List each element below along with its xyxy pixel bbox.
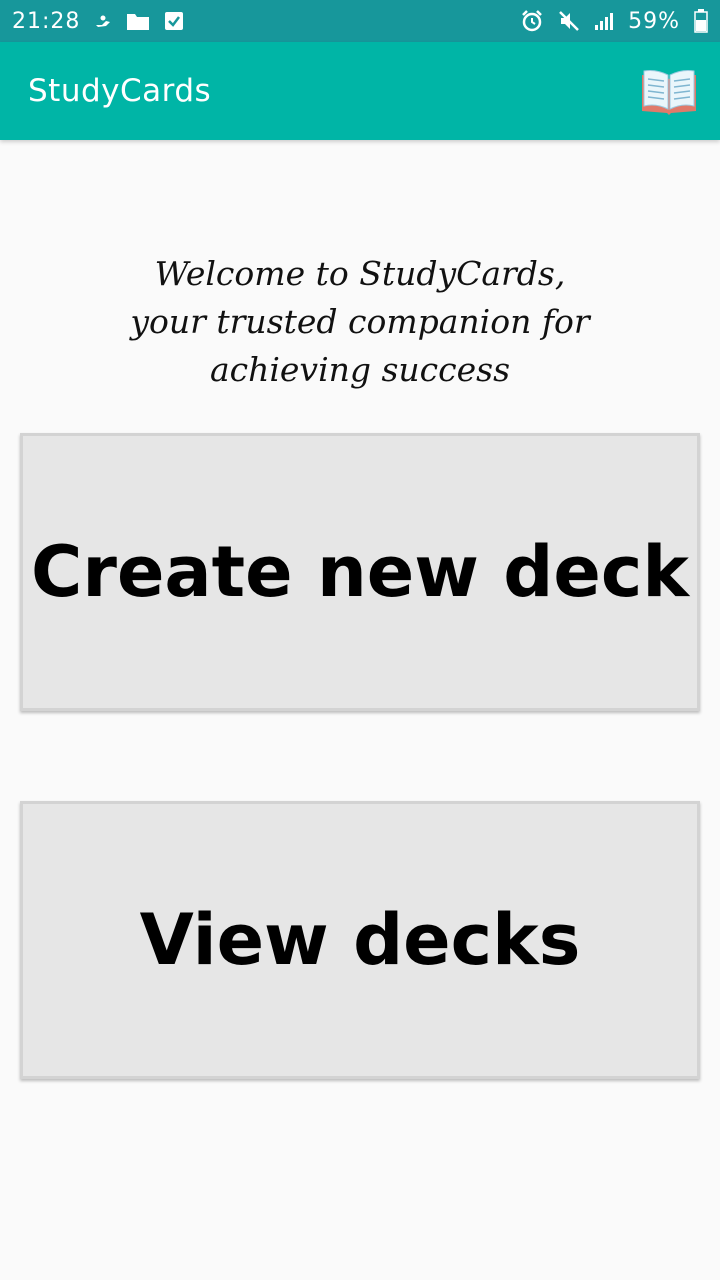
status-left: 21:28 <box>12 9 184 34</box>
app-title: StudyCards <box>28 73 212 109</box>
battery-icon <box>694 9 708 33</box>
create-new-deck-label: Create new deck <box>31 531 689 613</box>
welcome-line-3: achieving success <box>209 350 511 389</box>
status-bar: 21:28 59% <box>0 0 720 42</box>
checkbox-icon <box>164 11 184 31</box>
welcome-line-1: Welcome to StudyCards, <box>154 254 566 293</box>
view-decks-button[interactable]: View decks <box>20 801 700 1079</box>
view-decks-label: View decks <box>139 899 581 981</box>
open-book-icon[interactable] <box>640 67 698 115</box>
signal-icon <box>594 11 614 31</box>
folder-icon <box>126 11 150 31</box>
app-bar: StudyCards <box>0 42 720 140</box>
status-right: 59% <box>520 9 708 34</box>
create-new-deck-button[interactable]: Create new deck <box>20 433 700 711</box>
hand-icon <box>94 13 112 29</box>
mute-icon <box>558 10 580 32</box>
alarm-icon <box>520 9 544 33</box>
status-time: 21:28 <box>12 8 81 34</box>
welcome-message: Welcome to StudyCards, your trusted comp… <box>60 250 660 394</box>
welcome-line-2: your trusted companion for <box>130 302 590 341</box>
battery-percent: 59% <box>628 8 680 34</box>
